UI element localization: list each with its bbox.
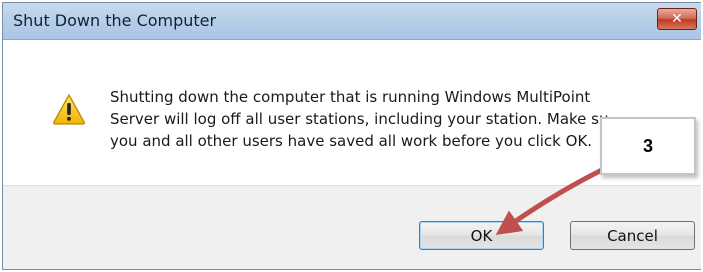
message-line: Server will log off all user stations, i… xyxy=(110,110,609,128)
warning-icon xyxy=(53,94,85,125)
step-callout: 3 xyxy=(600,117,696,175)
button-bar: OK Cancel xyxy=(3,185,701,269)
message-line: Shutting down the computer that is runni… xyxy=(110,88,591,106)
close-button[interactable]: ✕ xyxy=(657,8,697,30)
title-bar[interactable]: Shut Down the Computer ✕ xyxy=(3,3,701,40)
shutdown-dialog: Shut Down the Computer ✕ Shutting down t… xyxy=(2,2,701,270)
step-number: 3 xyxy=(642,135,653,156)
dialog-content: Shutting down the computer that is runni… xyxy=(3,40,701,185)
cancel-button[interactable]: Cancel xyxy=(570,221,695,250)
close-icon: ✕ xyxy=(671,11,683,27)
ok-button[interactable]: OK xyxy=(419,221,544,250)
dialog-message: Shutting down the computer that is runni… xyxy=(110,86,630,152)
message-line: you and all other users have saved all w… xyxy=(110,132,593,150)
dialog-title: Shut Down the Computer xyxy=(13,11,217,30)
